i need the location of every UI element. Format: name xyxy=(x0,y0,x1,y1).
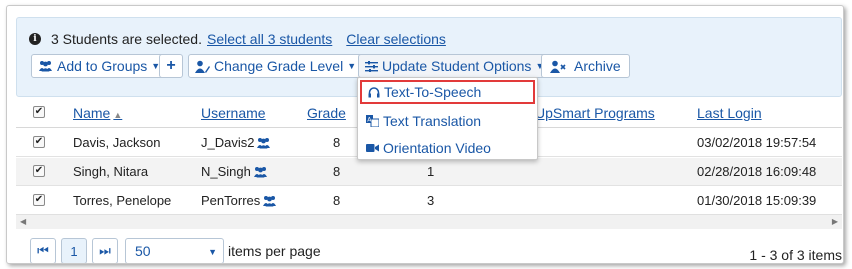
menu-item-text-to-speech[interactable]: Text-To-Speech xyxy=(360,80,535,104)
select-all-link[interactable]: Select all 3 students xyxy=(207,31,332,47)
first-page-icon: ⏮ xyxy=(37,243,49,258)
info-icon: i xyxy=(29,33,41,45)
student-name: Davis, Jackson xyxy=(73,135,161,150)
items-per-page-label: items per page xyxy=(228,243,321,259)
column-header-grade[interactable]: Grade xyxy=(307,105,346,121)
column-header-username[interactable]: Username xyxy=(201,105,266,121)
plus-icon: + xyxy=(166,57,176,74)
row-checkbox[interactable]: ✔ xyxy=(33,194,45,206)
update-student-options-label: Update Student Options xyxy=(382,58,532,74)
translate-icon: A xyxy=(366,115,379,127)
scroll-left-icon[interactable]: ◀ xyxy=(20,217,26,226)
student-options-menu: Text-To-Speech A Text Translation Orient… xyxy=(357,77,538,160)
select-all-checkbox[interactable]: ✔ xyxy=(33,106,45,118)
scroll-right-icon[interactable]: ▶ xyxy=(832,217,838,226)
selection-message: 3 Students are selected. xyxy=(51,31,202,47)
student-programs: 1 xyxy=(427,164,435,179)
chevron-down-icon: ▼ xyxy=(347,61,357,71)
student-username-cell: J_Davis2 xyxy=(201,135,271,152)
last-page-icon: ⏭ xyxy=(99,243,111,258)
row-checkbox[interactable]: ✔ xyxy=(33,165,45,177)
student-username: N_Singh xyxy=(201,164,251,179)
student-name: Torres, Penelope xyxy=(73,193,172,208)
user-remove-icon xyxy=(550,60,566,73)
student-last-login: 02/28/2018 16:09:48 xyxy=(697,164,817,179)
student-username: J_Davis2 xyxy=(201,135,255,150)
student-name: Singh, Nitara xyxy=(73,164,149,179)
student-grade: 8 xyxy=(333,193,341,208)
add-to-groups-label: Add to Groups xyxy=(57,58,148,74)
menu-item-label: Orientation Video xyxy=(383,140,491,156)
archive-label: Archive xyxy=(574,58,621,74)
column-header-name[interactable]: Name ▲ xyxy=(73,105,122,121)
table-row[interactable]: ✔ Torres, Penelope PenTorres 8 3 01/30/2… xyxy=(16,187,842,215)
student-list-panel: i 3 Students are selected. Select all 3 … xyxy=(6,5,844,264)
student-grade: 8 xyxy=(333,135,341,150)
student-programs: 3 xyxy=(427,193,435,208)
student-username-cell: N_Singh xyxy=(201,164,268,181)
menu-item-text-translation[interactable]: A Text Translation xyxy=(358,109,537,133)
user-edit-icon xyxy=(195,60,210,73)
sliders-icon xyxy=(365,60,378,72)
add-button[interactable]: + xyxy=(159,54,183,78)
student-grade: 8 xyxy=(333,164,341,179)
row-checkbox[interactable]: ✔ xyxy=(33,136,45,148)
sort-ascending-icon: ▲ xyxy=(113,110,123,120)
users-icon xyxy=(253,166,268,181)
first-page-button[interactable]: ⏮ xyxy=(30,238,56,263)
column-header-name-label: Name xyxy=(73,105,111,121)
student-username: PenTorres xyxy=(201,193,261,208)
horizontal-scrollbar[interactable]: ◀ ▶ xyxy=(16,214,842,229)
column-header-upsmart-programs[interactable]: UpSmart Programs xyxy=(535,105,655,121)
users-icon xyxy=(256,137,271,152)
student-username-cell: PenTorres xyxy=(201,193,277,210)
pagination-summary: 1 - 3 of 3 items xyxy=(749,247,842,263)
items-per-page-select[interactable]: 50 ▼ xyxy=(125,238,224,263)
update-student-options-button[interactable]: Update Student Options ▼ xyxy=(358,54,552,78)
student-last-login: 03/02/2018 19:57:54 xyxy=(697,135,817,150)
selection-summary: i 3 Students are selected. Select all 3 … xyxy=(29,30,446,48)
table-row[interactable]: ✔ Singh, Nitara N_Singh 8 1 02/28/2018 1… xyxy=(16,158,842,186)
change-grade-level-label: Change Grade Level xyxy=(214,58,344,74)
menu-item-label: Text Translation xyxy=(383,113,482,129)
page-number: 1 xyxy=(70,243,78,259)
headphones-icon xyxy=(368,86,380,98)
pagination-bar: ⏮ 1 ⏭ 50 ▼ items per page 1 - 3 of 3 ite… xyxy=(16,230,842,263)
video-camera-icon xyxy=(366,143,379,153)
archive-button[interactable]: Archive xyxy=(541,54,630,78)
chevron-down-icon: ▼ xyxy=(208,247,217,257)
page-number-button[interactable]: 1 xyxy=(61,238,87,263)
menu-item-label: Text-To-Speech xyxy=(384,84,482,100)
clear-selections-link[interactable]: Clear selections xyxy=(346,31,446,47)
last-page-button[interactable]: ⏭ xyxy=(92,238,118,263)
users-icon xyxy=(38,60,53,72)
change-grade-level-button[interactable]: Change Grade Level ▼ xyxy=(188,54,364,78)
student-last-login: 01/30/2018 15:09:39 xyxy=(697,193,817,208)
add-to-groups-button[interactable]: Add to Groups ▼ xyxy=(31,54,168,78)
users-icon xyxy=(262,195,277,210)
items-per-page-value: 50 xyxy=(135,243,151,259)
column-header-last-login[interactable]: Last Login xyxy=(697,105,762,121)
menu-item-orientation-video[interactable]: Orientation Video xyxy=(358,136,537,160)
